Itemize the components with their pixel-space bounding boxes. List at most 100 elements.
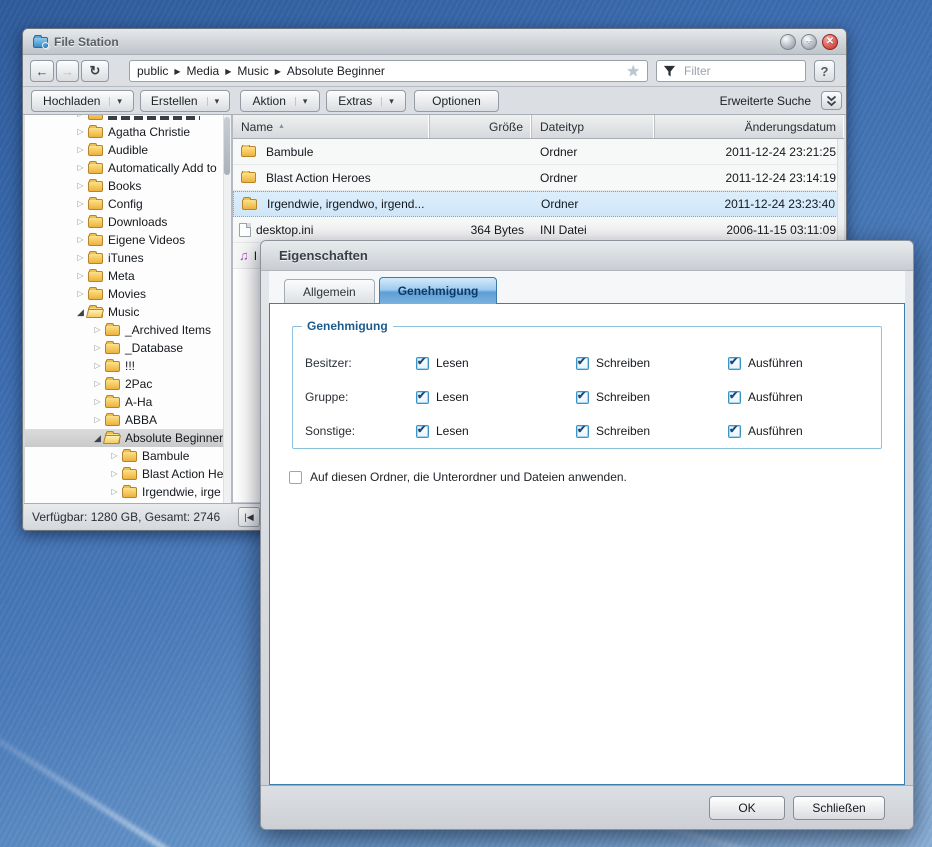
collapsed-twisty-icon[interactable]: ▷ [92,362,103,370]
filter-input[interactable] [682,63,799,79]
expanded-twisty-icon[interactable]: ◢ [75,308,86,317]
checkbox-gruppe-lesen[interactable]: ✔ [416,391,429,404]
permission-besitzer-ausfuhren[interactable]: ✔Ausführen [728,356,881,370]
tree-item-movies[interactable]: ▷Movies [25,285,231,303]
collapsed-twisty-icon[interactable]: ▷ [109,470,120,478]
collapsed-twisty-icon[interactable]: ▷ [75,182,86,190]
tab-allgemein[interactable]: Allgemein [284,279,375,303]
hochladen-button[interactable]: Hochladen▾ [31,90,134,112]
tree-item-downloads[interactable]: ▷Downloads [25,213,231,231]
erstellen-button[interactable]: Erstellen▾ [140,90,230,112]
breadcrumb-segment-public[interactable]: public [137,64,168,78]
collapsed-twisty-icon[interactable]: ▷ [75,146,86,154]
collapsed-twisty-icon[interactable]: ▷ [92,344,103,352]
optionen-button[interactable]: Optionen [414,90,499,112]
schliessen-button[interactable]: Schließen [793,796,885,820]
tree-item-itunes[interactable]: ▷iTunes [25,249,231,267]
tree-item-audible[interactable]: ▷Audible [25,141,231,159]
permission-besitzer-schreiben[interactable]: ✔Schreiben [576,356,728,370]
tree-scrollbar-thumb[interactable] [224,117,230,175]
breadcrumb-segment-music[interactable]: Music [237,64,268,78]
tree-item-bambule[interactable]: ▷Bambule [25,447,231,465]
collapsed-twisty-icon[interactable]: ▷ [75,164,86,172]
collapsed-twisty-icon[interactable]: ▷ [75,290,86,298]
tree-item-irgendwie-irge[interactable]: ▷Irgendwie, irge [25,483,231,501]
tree-item-books[interactable]: ▷Books [25,177,231,195]
collapsed-twisty-icon[interactable]: ▷ [75,236,86,244]
collapsed-twisty-icon[interactable]: ▷ [75,254,86,262]
collapsed-twisty-icon[interactable]: ▷ [92,416,103,424]
tree-item-a-ha[interactable]: ▷A-Ha [25,393,231,411]
favorite-star-icon[interactable]: ★ [627,62,640,80]
advanced-search-expand-button[interactable] [821,91,842,110]
maximize-button[interactable]: + [801,34,817,50]
permission-sonstige-ausfuhren[interactable]: ✔Ausführen [728,424,881,438]
tree-item-automatically-add-to[interactable]: ▷Automatically Add to [25,159,231,177]
tree-item-config[interactable]: ▷Config [25,195,231,213]
apply-checkbox[interactable] [289,471,302,484]
tree-item-eigene-videos[interactable]: ▷Eigene Videos [25,231,231,249]
file-row-blast-action-heroes[interactable]: Blast Action HeroesOrdner2011-12-24 23:1… [233,165,844,191]
collapsed-twisty-icon[interactable]: ▷ [75,128,86,136]
tree-item-agatha-christie[interactable]: ▷Agatha Christie [25,123,231,141]
refresh-button[interactable]: ↻ [81,60,109,82]
checkbox-gruppe-schreiben[interactable]: ✔ [576,391,589,404]
back-button[interactable]: ← [30,60,54,82]
column-header-date[interactable]: Änderungsdatum [655,115,844,138]
tree-item-database[interactable]: ▷_Database [25,339,231,357]
permission-besitzer-lesen[interactable]: ✔Lesen [416,356,576,370]
ok-button[interactable]: OK [709,796,785,820]
checkbox-sonstige-schreiben[interactable]: ✔ [576,425,589,438]
extras-button[interactable]: Extras▾ [326,90,406,112]
collapsed-twisty-icon[interactable]: ▷ [75,272,86,280]
collapsed-twisty-icon[interactable]: ▷ [92,380,103,388]
permission-sonstige-schreiben[interactable]: ✔Schreiben [576,424,728,438]
file-row-irgendwie-irgendwo-irgend[interactable]: Irgendwie, irgendwo, irgend...Ordner2011… [233,191,844,217]
forward-button[interactable]: → [56,60,79,82]
tree-item-blast-action-he[interactable]: ▷Blast Action He [25,465,231,483]
aktion-button[interactable]: Aktion▾ [240,90,320,112]
breadcrumb[interactable]: public▶Media▶Music▶Absolute Beginner★ [129,60,648,82]
collapsed-twisty-icon[interactable]: ▷ [75,218,86,226]
tree-item-archived-items[interactable]: ▷_Archived Items [25,321,231,339]
minimize-button[interactable] [780,34,796,50]
collapsed-twisty-icon[interactable]: ▷ [92,326,103,334]
checkbox-sonstige-ausfuhren[interactable]: ✔ [728,425,741,438]
close-button[interactable]: ✕ [822,34,838,50]
collapsed-twisty-icon[interactable]: ▷ [92,398,103,406]
tree-item-music[interactable]: ◢Music [25,303,231,321]
tab-genehmigung[interactable]: Genehmigung [379,277,498,304]
collapsed-twisty-icon[interactable]: ▷ [75,200,86,208]
collapsed-twisty-icon[interactable]: ▷ [109,452,120,460]
help-button[interactable]: ? [814,60,835,82]
collapsed-twisty-icon[interactable]: ▷ [75,115,86,118]
expanded-twisty-icon[interactable]: ◢ [92,434,103,443]
checkbox-besitzer-ausfuhren[interactable]: ✔ [728,357,741,370]
permission-gruppe-schreiben[interactable]: ✔Schreiben [576,390,728,404]
tree-item-clipped[interactable]: ▷ [25,115,231,123]
permission-sonstige-lesen[interactable]: ✔Lesen [416,424,576,438]
breadcrumb-segment-absolute-beginner[interactable]: Absolute Beginner [287,64,385,78]
file-row-bambule[interactable]: BambuleOrdner2011-12-24 23:21:25 [233,139,844,165]
dialog-titlebar[interactable]: Eigenschaften [261,241,913,271]
checkbox-besitzer-schreiben[interactable]: ✔ [576,357,589,370]
checkbox-besitzer-lesen[interactable]: ✔ [416,357,429,370]
permission-gruppe-ausfuhren[interactable]: ✔Ausführen [728,390,881,404]
tree-item-absolute-beginner[interactable]: ◢Absolute Beginner [25,429,231,447]
tree-item-meta[interactable]: ▷Meta [25,267,231,285]
breadcrumb-segment-media[interactable]: Media [187,64,220,78]
tree-item-2pac[interactable]: ▷2Pac [25,375,231,393]
tree-item-item[interactable]: ▷!!! [25,357,231,375]
collapse-tree-button[interactable]: |◀ [238,507,260,527]
column-header-type[interactable]: Dateityp [532,115,655,138]
checkbox-gruppe-ausfuhren[interactable]: ✔ [728,391,741,404]
window-titlebar[interactable]: File Station + ✕ [23,29,846,55]
tree-item-abba[interactable]: ▷ABBA [25,411,231,429]
collapsed-twisty-icon[interactable]: ▷ [109,488,120,496]
apply-checkbox-row[interactable]: Auf diesen Ordner, die Unterordner und D… [289,470,904,484]
column-header-size[interactable]: Größe [430,115,532,138]
checkbox-sonstige-lesen[interactable]: ✔ [416,425,429,438]
permission-gruppe-lesen[interactable]: ✔Lesen [416,390,576,404]
tree-scrollbar[interactable] [223,115,231,504]
column-header-name[interactable]: Name▲ [233,115,430,138]
